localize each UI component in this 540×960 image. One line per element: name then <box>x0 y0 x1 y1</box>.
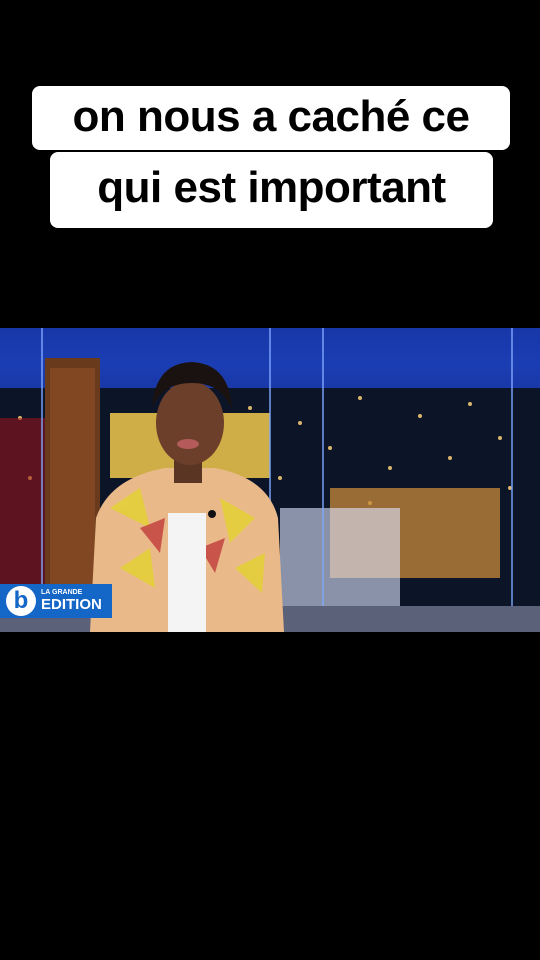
caption-line-2: qui est important <box>50 152 493 228</box>
program-name-bottom: EDITION <box>41 596 102 613</box>
caption-line-1: on nous a caché ce <box>32 86 510 150</box>
channel-logo-icon: b <box>6 586 36 616</box>
broadcast-logo: b LA GRANDE EDITION <box>0 584 112 618</box>
